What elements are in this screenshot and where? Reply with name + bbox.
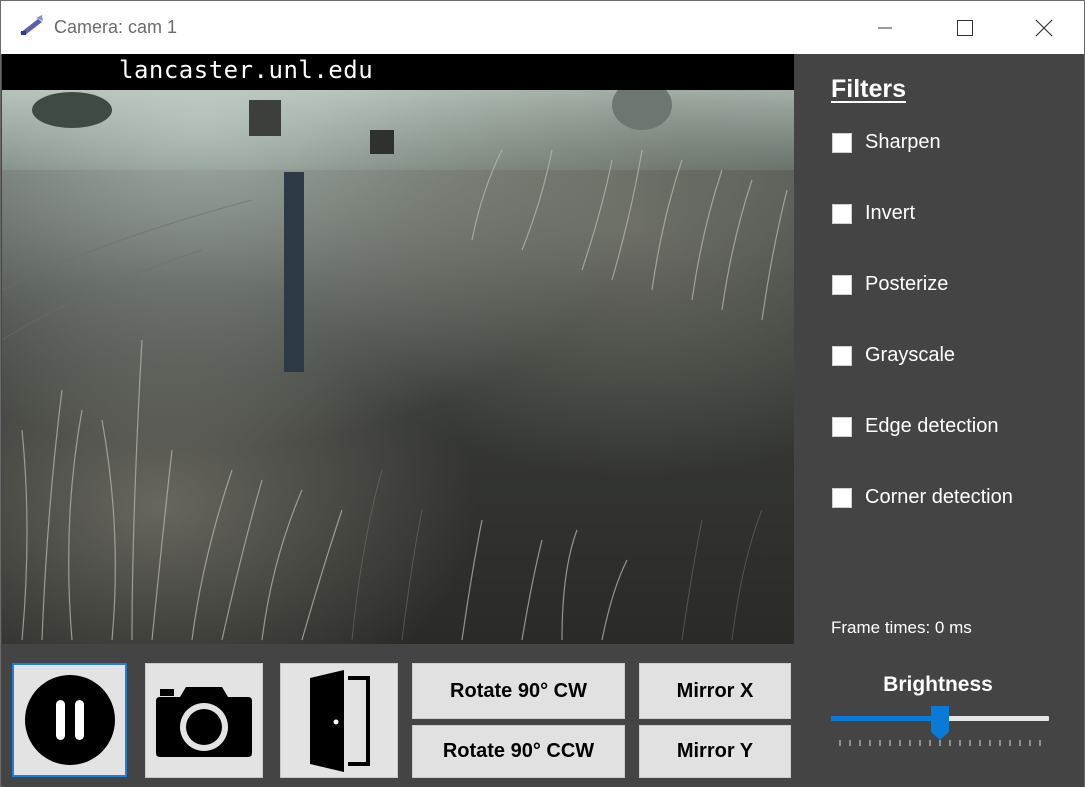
- corner-detection-checkbox[interactable]: [832, 487, 852, 508]
- camera-host-label: lancaster.unl.edu: [119, 56, 374, 84]
- minimize-icon: [878, 27, 892, 28]
- filter-sharpen[interactable]: Sharpen: [832, 131, 941, 154]
- slider-thumb[interactable]: [931, 706, 949, 740]
- rotate-ccw-button[interactable]: Rotate 90° CCW: [412, 725, 625, 778]
- filter-label: Posterize: [865, 273, 949, 295]
- brightness-slider[interactable]: [831, 704, 1049, 752]
- camera-window: Camera: cam 1 lancaster.unl.edu Filters …: [0, 0, 1085, 787]
- window-title: Camera: cam 1: [54, 17, 178, 37]
- camera-icon: [156, 686, 252, 757]
- filter-label: Sharpen: [865, 131, 941, 153]
- mirror-x-button[interactable]: Mirror X: [639, 663, 791, 719]
- slider-ticks: [839, 740, 1041, 746]
- rotate-cw-button[interactable]: Rotate 90° CW: [412, 663, 625, 719]
- sharpen-checkbox[interactable]: [832, 132, 852, 153]
- snapshot-button[interactable]: [145, 663, 263, 778]
- exit-button[interactable]: [280, 663, 398, 778]
- camera-app-icon: [20, 15, 43, 35]
- filter-invert[interactable]: Invert: [832, 202, 915, 225]
- slider-fill: [831, 716, 940, 721]
- filter-label: Edge detection: [865, 415, 999, 437]
- filters-panel: Filters Sharpen Invert Posterize Graysca…: [794, 54, 1084, 787]
- filter-label: Corner detection: [865, 486, 1013, 508]
- title-bar[interactable]: Camera: cam 1: [1, 1, 1084, 54]
- edge-detection-checkbox[interactable]: [832, 416, 852, 437]
- posterize-checkbox[interactable]: [832, 274, 852, 295]
- invert-checkbox[interactable]: [832, 203, 852, 224]
- filter-grayscale[interactable]: Grayscale: [832, 344, 955, 367]
- close-icon: [1035, 19, 1053, 36]
- filter-corner-detection[interactable]: Corner detection: [832, 486, 1013, 509]
- frame-times-status: Frame times: 0 ms: [831, 618, 972, 637]
- controls-bar: Rotate 90° CW Rotate 90° CCW Mirror X Mi…: [2, 644, 794, 787]
- close-button[interactable]: [1005, 1, 1083, 54]
- filters-title: Filters: [831, 75, 907, 103]
- pause-button[interactable]: [12, 663, 127, 777]
- grayscale-checkbox[interactable]: [832, 345, 852, 366]
- maximize-icon: [957, 19, 973, 36]
- brightness-label: Brightness: [883, 673, 993, 696]
- camera-image: [2, 90, 794, 644]
- camera-feed: lancaster.unl.edu: [2, 54, 794, 644]
- filter-label: Grayscale: [865, 344, 956, 366]
- mirror-y-button[interactable]: Mirror Y: [639, 725, 791, 778]
- pause-icon: [24, 675, 115, 765]
- filter-edge-detection[interactable]: Edge detection: [832, 415, 998, 438]
- filter-label: Invert: [865, 202, 916, 224]
- minimize-button[interactable]: [846, 1, 924, 54]
- door-exit-icon: [310, 669, 370, 772]
- video-overlay-bar: lancaster.unl.edu: [2, 54, 794, 90]
- filter-posterize[interactable]: Posterize: [832, 273, 948, 296]
- maximize-button[interactable]: [926, 1, 1004, 54]
